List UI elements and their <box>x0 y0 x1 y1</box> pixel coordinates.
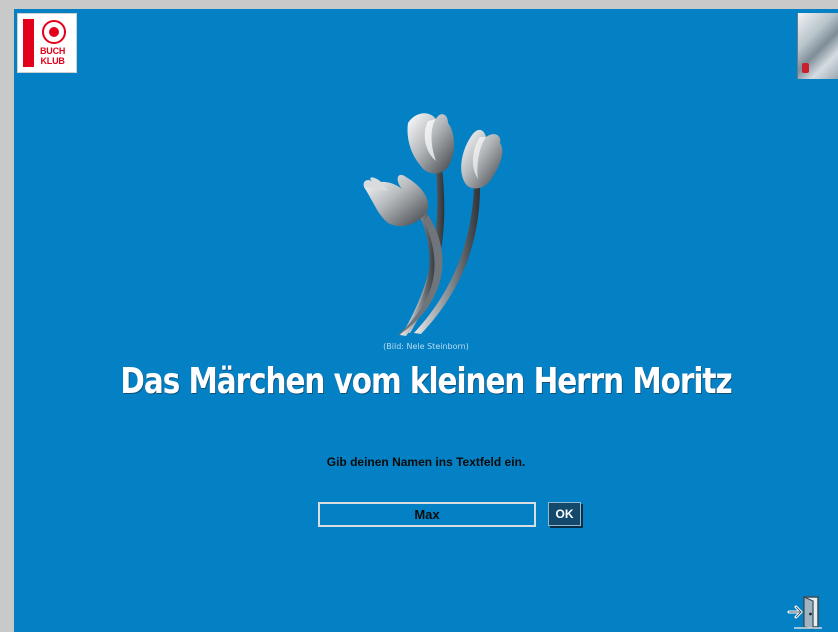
corner-thumbnail-image <box>797 13 838 79</box>
name-input[interactable] <box>318 502 536 527</box>
page-title: Das Märchen vom kleinen Herrn Moritz <box>120 361 732 402</box>
image-credit: (Bild: Nele Steinborn) <box>383 342 469 351</box>
app-window: BUCH KLUB (Bild: Nele Steinborn) Das Mär… <box>0 0 838 632</box>
thumbnail-mark <box>802 63 809 73</box>
name-prompt: Gib deinen Namen ins Textfeld ein. <box>326 455 526 469</box>
exit-door-icon[interactable] <box>786 593 826 631</box>
tulip-illustration <box>363 113 503 337</box>
buchklub-logo: BUCH KLUB <box>17 13 77 73</box>
story-screen: BUCH KLUB (Bild: Nele Steinborn) Das Mär… <box>14 9 838 632</box>
logo-text: BUCH KLUB <box>40 46 66 66</box>
ok-button[interactable]: OK <box>548 502 581 526</box>
logo-red-bar <box>23 19 34 67</box>
logo-badge-icon <box>42 20 66 44</box>
